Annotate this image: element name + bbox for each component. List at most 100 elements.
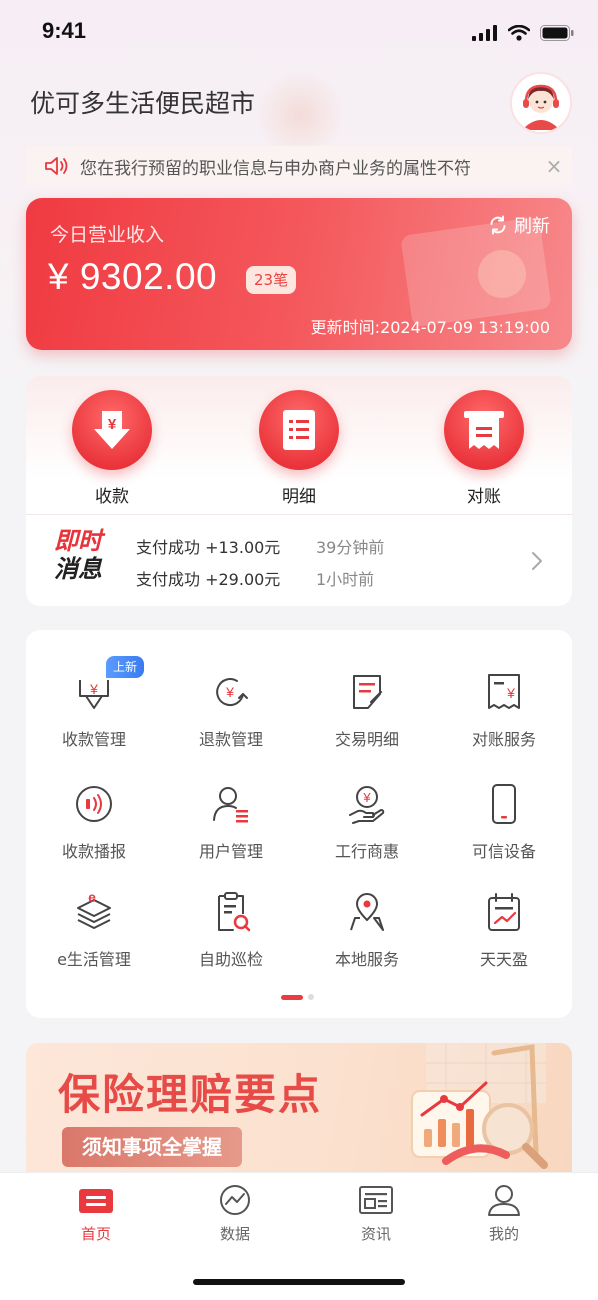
refresh-label: 刷新 <box>514 216 550 237</box>
service-label: 工行商惠 <box>334 842 399 861</box>
status-time: 9:41 <box>42 18 87 43</box>
service-self-inspection[interactable]: 自助巡检 <box>163 890 299 970</box>
tab-profile[interactable]: 我的 <box>464 1183 544 1244</box>
trusted-device-icon <box>492 784 516 824</box>
chart-illustration-icon <box>411 1043 548 1169</box>
service-label: 收款管理 <box>61 730 126 749</box>
profile-icon <box>488 1185 520 1216</box>
user-management-icon <box>213 787 248 823</box>
service-label: 交易明细 <box>334 730 399 749</box>
service-trusted-device[interactable]: 可信设备 <box>436 782 572 862</box>
banner-subtitle: 须知事项全掌握 <box>62 1127 242 1167</box>
services-card: 上新 ¥ 收款管理 ¥ 退款管理 交易明细 ¥ 对账服务 收款播报 用户管理 ¥… <box>26 630 572 1018</box>
service-payment-broadcast[interactable]: 收款播报 <box>26 782 162 862</box>
home-indicator[interactable] <box>193 1279 405 1285</box>
service-icbc-benefit[interactable]: ¥ 工行商惠 <box>299 782 435 862</box>
tab-label: 首页 <box>80 1225 111 1243</box>
tab-label: 我的 <box>488 1225 519 1243</box>
refresh-button[interactable]: 刷新 <box>488 212 550 238</box>
service-daily-profit[interactable]: 天天盈 <box>436 890 572 970</box>
service-label: e生活管理 <box>57 950 131 969</box>
quick-action-details[interactable]: 明细 <box>249 390 349 507</box>
status-icons <box>472 25 574 41</box>
service-e-life-management[interactable]: e e生活管理 <box>26 890 162 970</box>
transaction-details-icon <box>353 675 382 709</box>
message-text: 支付成功 +29.00元 <box>136 570 281 589</box>
customer-service-agent-icon <box>512 74 570 132</box>
svg-text:¥: ¥ <box>108 416 117 433</box>
logo-line-2: 消息 <box>54 554 102 583</box>
service-label: 自助巡检 <box>198 950 263 969</box>
e-life-management-icon: e <box>77 890 111 929</box>
chevron-right-icon[interactable] <box>530 550 544 572</box>
service-label: 退款管理 <box>198 730 263 749</box>
notice-text: 您在我行预留的职业信息与申办商户业务的属性不符 <box>80 158 471 179</box>
data-chart-icon <box>220 1185 250 1215</box>
tab-label: 资讯 <box>360 1225 391 1243</box>
instant-message-logo: 即时 消息 <box>54 527 114 592</box>
service-user-management[interactable]: 用户管理 <box>163 782 299 862</box>
tab-label: 数据 <box>219 1225 250 1243</box>
message-time: 39分钟前 <box>316 538 385 557</box>
message-item[interactable]: 支付成功 +13.00元 39分钟前 <box>136 534 384 558</box>
page-dot-active[interactable] <box>281 994 303 1000</box>
close-icon[interactable]: × <box>542 154 566 178</box>
service-label: 对账服务 <box>471 730 536 749</box>
revenue-card: 今日营业收入 刷新 ¥ 9302.00 23笔 更新时间:2024-07-09 … <box>26 198 572 350</box>
coin-decoration <box>478 250 526 298</box>
wifi-icon <box>508 25 530 41</box>
insurance-banner[interactable]: 保险理赔要点 须知事项全掌握 <box>26 1043 572 1173</box>
tab-home[interactable]: 首页 <box>56 1183 136 1244</box>
refund-management-icon: ¥ <box>216 678 248 706</box>
quick-action-receive[interactable]: ¥ 收款 <box>62 390 162 507</box>
details-list-icon <box>283 410 315 450</box>
local-service-icon <box>350 893 384 931</box>
self-inspection-icon <box>218 892 251 932</box>
service-label: 天天盈 <box>479 950 528 969</box>
daily-profit-icon <box>488 893 520 931</box>
tab-data[interactable]: 数据 <box>195 1183 275 1244</box>
speaker-icon <box>45 157 68 175</box>
svg-text:¥: ¥ <box>506 685 515 701</box>
svg-text:¥: ¥ <box>225 684 234 700</box>
quick-action-label: 明细 <box>282 487 316 507</box>
battery-icon <box>540 25 574 41</box>
service-collection-management[interactable]: 上新 ¥ 收款管理 <box>26 656 162 750</box>
divider <box>26 514 572 515</box>
service-label: 可信设备 <box>471 842 536 861</box>
payment-broadcast-icon <box>76 786 112 822</box>
revenue-label: 今日营业收入 <box>50 224 165 246</box>
service-local-service[interactable]: 本地服务 <box>299 890 435 970</box>
svg-text:¥: ¥ <box>362 790 371 805</box>
status-bar: 9:41 <box>0 0 598 64</box>
icbc-merchant-benefit-icon: ¥ <box>349 786 385 824</box>
reconciliation-service-icon: ¥ <box>488 674 520 709</box>
store-name[interactable]: 优可多生活便民超市 <box>30 84 255 120</box>
page-dot[interactable] <box>308 994 314 1000</box>
notice-bar[interactable]: 您在我行预留的职业信息与申办商户业务的属性不符 × <box>26 146 572 186</box>
svg-text:e: e <box>88 890 96 905</box>
banner-title: 保险理赔要点 <box>58 1070 323 1119</box>
reconcile-receipt-icon <box>464 411 504 449</box>
logo-line-1: 即时 <box>54 527 102 555</box>
service-label: 收款播报 <box>61 842 126 861</box>
quick-action-label: 对账 <box>467 487 501 507</box>
customer-service-avatar[interactable] <box>510 72 572 134</box>
message-item[interactable]: 支付成功 +29.00元 1小时前 <box>136 566 374 590</box>
refresh-icon <box>490 215 506 235</box>
quick-action-reconcile[interactable]: 对账 <box>434 390 534 507</box>
new-badge: 上新 <box>106 656 145 678</box>
service-refund-management[interactable]: ¥ 退款管理 <box>163 670 299 750</box>
service-transaction-details[interactable]: 交易明细 <box>299 670 435 750</box>
service-reconciliation[interactable]: ¥ 对账服务 <box>436 670 572 750</box>
revenue-amount: ¥ 9302.00 <box>48 256 218 297</box>
update-time: 更新时间:2024-07-09 13:19:00 <box>310 318 550 337</box>
tab-news[interactable]: 资讯 <box>336 1183 416 1244</box>
quick-action-label: 收款 <box>95 487 129 507</box>
page-indicator <box>281 994 314 1000</box>
message-text: 支付成功 +13.00元 <box>136 538 281 557</box>
receive-money-icon: ¥ <box>94 411 130 449</box>
quick-actions-card: ¥ 收款 明细 对账 即时 消息 支付成功 +13.00元 39分钟前 支付成功… <box>26 376 572 606</box>
news-icon <box>359 1186 393 1214</box>
service-label: 本地服务 <box>334 950 399 969</box>
